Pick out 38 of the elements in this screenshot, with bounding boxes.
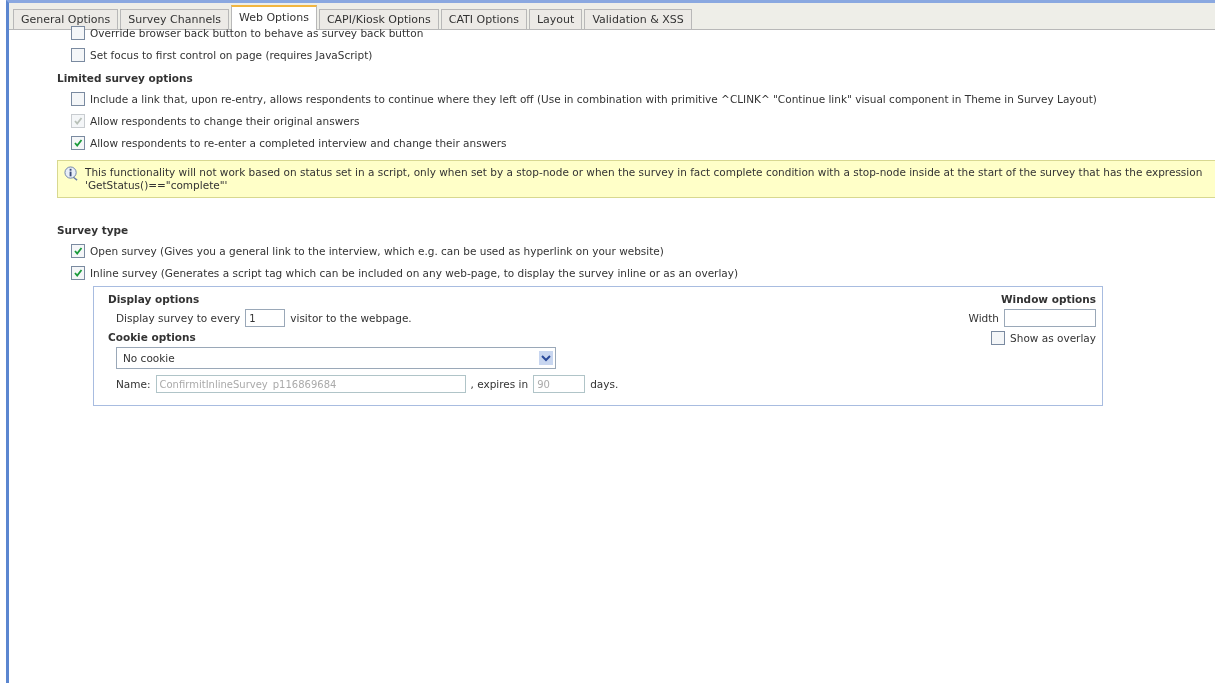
section-heading: Limited survey options: [57, 72, 194, 84]
tab[interactable]: Validation & XSS: [584, 9, 692, 29]
option-label: Allow respondents to change their original answers: [90, 114, 360, 128]
option-label: Allow respondents to re-enter a completed interview and change their answers: [90, 136, 507, 150]
display-options-heading: Display options: [108, 293, 201, 305]
tab[interactable]: General Options: [13, 9, 119, 29]
checkbox[interactable]: [991, 331, 1006, 345]
days-label: days.: [590, 378, 619, 390]
display-suffix: visitor to the webpage.: [290, 312, 412, 324]
cookie-dropdown[interactable]: No cookie: [116, 347, 556, 369]
tab[interactable]: Survey Channels: [120, 9, 229, 29]
expires-label: , expires in: [470, 378, 529, 390]
tab[interactable]: CATI Options: [440, 9, 527, 29]
option-label: Open survey (Gives you a general link to the interview, which e.g. can be used as hyperlink on your website): [90, 244, 664, 258]
name-label: Name:: [116, 378, 151, 390]
section-heading: Survey type: [57, 224, 130, 236]
window-options-heading: Window options: [1000, 293, 1096, 305]
tab[interactable]: Layout: [529, 9, 583, 29]
checkbox[interactable]: [71, 26, 85, 40]
checkbox[interactable]: [71, 92, 85, 106]
option-label: Show as overlay: [1010, 332, 1096, 344]
width-field[interactable]: [1004, 309, 1096, 327]
checkbox[interactable]: [71, 48, 85, 62]
checkbox[interactable]: [71, 136, 85, 150]
width-label: Width: [968, 312, 999, 324]
checkbox[interactable]: [71, 244, 85, 258]
caret-icon: [539, 351, 553, 365]
option-label: Include a link that, upon re-entry, allows respondents to continue where they left off (Use in combination with primitive ^CLINK^ "Continue link" visual component in Theme in Survey Layout): [90, 92, 1097, 106]
tab[interactable]: Web Options: [230, 5, 317, 30]
option-label: Inline survey (Generates a script tag which can be included on any web-page, to display the survey inline or as an overlay): [90, 266, 739, 280]
option-label: Set focus to first control on page (requires JavaScript): [90, 48, 373, 62]
visitor-count-field[interactable]: 1: [245, 309, 286, 327]
info-text: This functionality will not work based on status set in a script, only when set by a stop-node or when the survey in fact complete condition with a stop-node inside at the start of the survey that has the expression 'GetStatus()=="complete"': [85, 166, 1204, 192]
cookie-options-heading: Cookie options: [108, 331, 197, 343]
checkbox[interactable]: [71, 266, 85, 280]
tab[interactable]: CAPI/Kiosk Options: [318, 9, 439, 29]
info-icon: [64, 166, 79, 181]
display-label: Display survey to every: [116, 312, 241, 324]
